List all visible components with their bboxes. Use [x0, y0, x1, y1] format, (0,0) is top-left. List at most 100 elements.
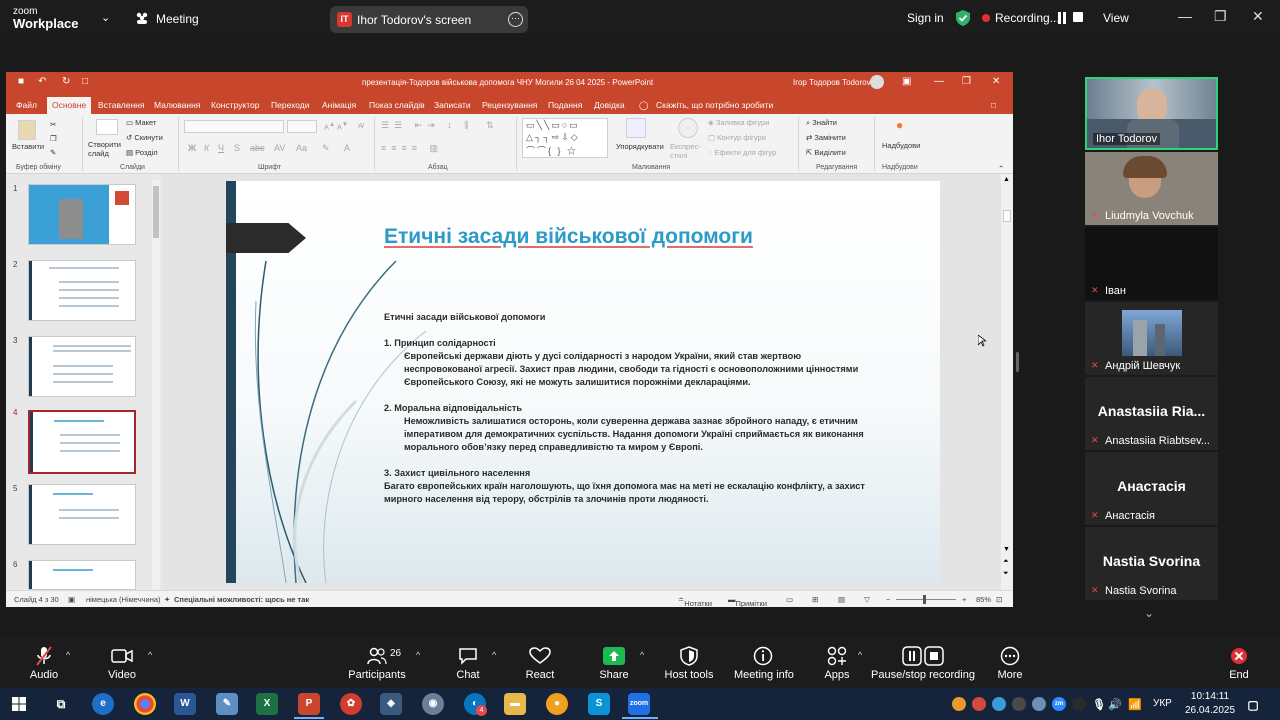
powerpoint-app-icon[interactable]: P [298, 693, 320, 715]
task-view-icon[interactable]: ⧉ [50, 693, 72, 715]
tray-icon[interactable] [1072, 697, 1086, 711]
windows-start-icon[interactable] [12, 697, 26, 711]
scroll-up-icon[interactable]: ▲ [1003, 176, 1010, 183]
maximize-icon[interactable]: ❐ [1214, 8, 1227, 25]
apps-button[interactable]: Apps [816, 636, 858, 688]
app-icon[interactable]: ◉ [422, 693, 444, 715]
chat-options-caret[interactable]: ^ [492, 650, 496, 660]
chat-button[interactable]: Chat [446, 636, 490, 688]
chevron-down-icon[interactable]: ⌄ [1144, 606, 1154, 620]
slide-thumbnail-4[interactable] [28, 410, 136, 474]
start-slideshow-icon[interactable]: □ [82, 76, 88, 87]
char-spacing-icon[interactable]: AV [274, 143, 285, 153]
shape-outline-button[interactable]: ▢ Контур фігури [708, 133, 766, 142]
increase-font-icon[interactable]: A▲ A▼ [324, 121, 348, 132]
collapse-ribbon-icon[interactable]: ⌃ [998, 164, 1004, 173]
more-options-icon[interactable]: ··· [508, 12, 523, 27]
encryption-shield-icon[interactable] [956, 10, 970, 26]
arrange-button[interactable]: Упорядкувати [616, 142, 664, 151]
arrange-icon[interactable] [626, 118, 646, 138]
accessibility-status[interactable]: Спеціальні можливості: щось не так [174, 595, 309, 604]
pause-stop-recording-button[interactable]: Pause/stop recording [870, 636, 976, 688]
meeting-label[interactable]: Meeting [156, 12, 199, 26]
change-case-icon[interactable]: Aa [296, 143, 307, 153]
share-options-caret[interactable]: ^ [640, 650, 644, 660]
video-options-caret[interactable]: ^ [148, 650, 152, 660]
tray-icon[interactable] [1012, 697, 1026, 711]
wifi-icon[interactable]: 📶 [1128, 694, 1142, 716]
minimize-icon[interactable]: — [1178, 8, 1192, 24]
new-slide-icon[interactable] [96, 119, 118, 135]
reset-button[interactable]: ↺ Скинути [126, 133, 163, 142]
participant-tile[interactable]: ✕ Liudmyla Vovchuk [1085, 152, 1218, 225]
slide-thumbnail-3[interactable] [28, 336, 136, 397]
scrollbar-thumb[interactable] [153, 186, 159, 238]
spellcheck-icon[interactable]: ▣ [68, 595, 75, 604]
shape-effects-button[interactable]: ◌ Ефекти для фігур [708, 148, 776, 157]
addins-button[interactable]: Надбудови [882, 141, 920, 150]
slide-thumbnail-5[interactable] [28, 484, 136, 545]
language-status[interactable]: німецька (Німеччина) [86, 595, 161, 604]
clock-date[interactable]: 26.04.2025 [1183, 705, 1237, 716]
chrome-app-icon[interactable] [134, 693, 156, 715]
sign-in-button[interactable]: Sign in [907, 11, 944, 25]
normal-view-icon[interactable]: ▭ [786, 595, 793, 604]
accessibility-icon[interactable]: ✦ [164, 595, 170, 604]
zoom-tray-icon[interactable]: zm [1052, 697, 1066, 711]
ppt-user-name[interactable]: Ігор Тодоров Todorov [793, 78, 871, 87]
font-size-select[interactable] [287, 120, 317, 133]
replace-button[interactable]: ⇄ Замінити [806, 133, 846, 142]
prev-slide-icon[interactable]: ⏶ [1003, 558, 1009, 566]
word-app-icon[interactable]: W [174, 693, 196, 715]
current-slide[interactable]: Етичні засади військової допомоги Етичні… [226, 181, 940, 583]
audio-options-caret[interactable]: ^ [66, 650, 70, 660]
copy-icon[interactable]: ❐ [50, 134, 57, 143]
view-button[interactable]: View [1103, 11, 1129, 25]
participant-tile[interactable]: Ihor Todorov [1085, 77, 1218, 150]
microphone-tray-icon[interactable]: 🎙 [1092, 694, 1106, 716]
chevron-down-icon[interactable]: ⌄ [101, 11, 110, 24]
layout-button[interactable]: ▭ Макет [126, 118, 156, 127]
edge-app-icon[interactable]: e [92, 693, 114, 715]
notepad-app-icon[interactable]: ✎ [216, 693, 238, 715]
slide-thumbnail-6[interactable] [28, 560, 136, 590]
addins-icon[interactable]: ● [896, 118, 903, 132]
scrollbar-thumb[interactable] [1003, 210, 1011, 222]
ppt-restore-icon[interactable]: ❐ [962, 76, 971, 87]
notes-button[interactable]: ≐ Нотатки [678, 595, 712, 607]
slide-scrollbar[interactable]: ▲ ▼ ⏶ ⏷ [1001, 174, 1013, 590]
participant-tile[interactable]: Nastia Svorina ✕ Nastia Svorina [1085, 527, 1218, 600]
slide-title[interactable]: Етичні засади військової допомоги [384, 225, 753, 249]
slide-thumbnail-2[interactable] [28, 260, 136, 321]
strikethrough-icon[interactable]: abc [250, 143, 265, 153]
font-color-icon[interactable]: A [344, 143, 350, 153]
close-icon[interactable]: ✕ [1252, 8, 1264, 25]
section-button[interactable]: ▤ Розділ [126, 148, 158, 157]
scroll-down-icon[interactable]: ▼ [1003, 546, 1010, 553]
tab-insert[interactable]: Вставлення [98, 100, 144, 110]
share-button[interactable]: Share [592, 636, 636, 688]
tab-record[interactable]: Записати [434, 100, 471, 110]
participants-button[interactable]: 26 Participants [346, 636, 408, 688]
save-icon[interactable]: ■ [18, 76, 24, 87]
paste-button[interactable]: Вставити [12, 142, 44, 151]
tab-file[interactable]: Файл [16, 100, 37, 110]
comments-button[interactable]: ▬ Примітки [728, 595, 767, 607]
tab-transitions[interactable]: Переходи [271, 100, 310, 110]
quick-styles-button[interactable]: Експрес-стилі [670, 142, 706, 160]
tell-me-search[interactable]: Скажіть, що потрібно зробити [656, 100, 773, 110]
tray-icon[interactable] [1032, 697, 1046, 711]
screen-share-indicator[interactable]: IT Ihor Todorov's screen ··· [330, 6, 528, 33]
select-button[interactable]: ⇱ Виділити [806, 148, 846, 157]
excel-app-icon[interactable]: X [256, 693, 278, 715]
tab-home[interactable]: Основне [47, 97, 92, 114]
shadow-icon[interactable]: S [234, 143, 240, 153]
end-meeting-button[interactable]: End [1220, 636, 1258, 688]
tab-draw[interactable]: Малювання [154, 100, 200, 110]
text-direction-icon[interactable]: ⇅ [486, 120, 494, 131]
tab-view[interactable]: Подання [548, 100, 582, 110]
redo-icon[interactable]: ↻ [62, 76, 70, 87]
splitter-handle[interactable] [1016, 352, 1019, 372]
cut-icon[interactable]: ✂ [50, 120, 56, 129]
comments-icon[interactable]: □ [991, 100, 996, 110]
